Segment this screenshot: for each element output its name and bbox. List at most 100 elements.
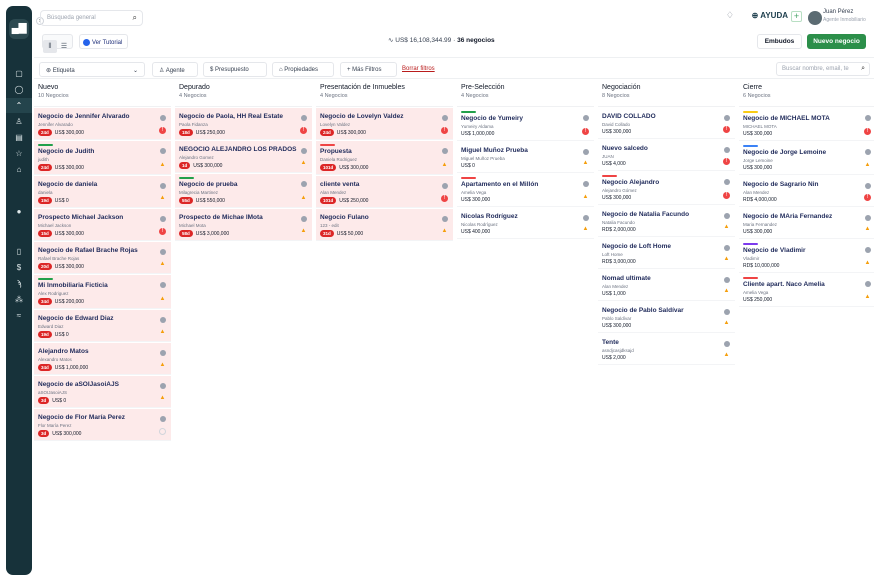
deal-title[interactable]: Negocio de Vladimir [743, 247, 863, 255]
bell-icon[interactable]: ♢ [726, 10, 734, 21]
tutorial-button[interactable]: Ver Tutorial [79, 34, 128, 49]
deal-title[interactable]: Negocio de Loft Home [602, 243, 722, 251]
owner-avatar[interactable] [160, 282, 166, 288]
owner-avatar[interactable] [301, 148, 307, 154]
new-deal-button[interactable]: Nuevo negocio [807, 34, 866, 49]
deal-card[interactable]: Negocio de MAria Fernandez Maria Fernande… [739, 208, 874, 239]
deal-title[interactable]: Negocio de Judith [38, 148, 158, 156]
owner-avatar[interactable] [865, 215, 871, 221]
board-view-icon[interactable]: ⫴ [43, 40, 57, 53]
deal-card[interactable]: Negocio de aSOIJasoiAJS aSOIJasoiAJS 3d US$… [34, 376, 171, 408]
deal-title[interactable]: Negocio de daniela [38, 181, 158, 189]
budget-filter-button[interactable]: $ Presupuesto [203, 62, 267, 77]
funnels-button[interactable]: Embudos [757, 34, 802, 49]
sidebar-item-marketing[interactable]: ● [6, 204, 32, 219]
owner-avatar[interactable] [583, 181, 589, 187]
deal-title[interactable]: Negocio de aSOIJasoiAJS [38, 381, 158, 389]
deal-title[interactable]: Propuesta [320, 148, 440, 156]
sidebar-item-favorites[interactable]: ☆ [6, 146, 32, 161]
deal-title[interactable]: Negocio de Lovelyn Valdez [320, 113, 440, 121]
owner-avatar[interactable] [301, 216, 307, 222]
owner-avatar[interactable] [160, 249, 166, 255]
deal-card[interactable]: Negocio de Jorge Lemoine Jorge Lemoine US$… [739, 142, 874, 175]
deal-card[interactable]: NEGOCIO ALEJANDRO LOS PRADOS Alejandro Go… [175, 141, 312, 173]
deal-card[interactable]: Negocio Fulano 123 - edit 31d US$ 50,000 ▲ [316, 209, 453, 241]
deal-card[interactable]: Negocio de Yumeiry Yumeiry Aldama US$ 1,00… [457, 108, 594, 141]
deal-title[interactable]: Nomad ultimate [602, 275, 722, 283]
deal-card[interactable]: Prospecto Michael Jackson Michael Jackson… [34, 209, 171, 241]
deal-title[interactable]: cliente venta [320, 181, 440, 189]
owner-avatar[interactable] [160, 148, 166, 154]
deal-card[interactable]: Propuesta Daniela Rodriguez 101d US$ 300,00… [316, 141, 453, 175]
deal-title[interactable]: Prospecto de Michae lMota [179, 214, 299, 222]
owner-avatar[interactable] [724, 213, 730, 219]
help-button[interactable]: ⊕ AYUDA [752, 11, 788, 20]
quick-add-button[interactable]: + [791, 11, 802, 22]
sidebar-item-more[interactable]: ≈ [6, 308, 32, 323]
tag-filter-select[interactable]: ⊛ Etiqueta ⌄ [39, 62, 145, 77]
properties-filter-button[interactable]: ⌂ Propiedades [272, 62, 334, 77]
deal-title[interactable]: Nicolas Rodríguez [461, 213, 581, 221]
owner-avatar[interactable] [724, 115, 730, 121]
sidebar-item-docs[interactable]: ▯ [6, 244, 32, 259]
deal-search-input[interactable]: Buscar nombre, email, te ⌕ [776, 62, 870, 76]
deal-title[interactable]: Negocio de Sagrario Nin [743, 181, 863, 189]
sidebar-item-dashboard[interactable]: ▢ [6, 66, 32, 81]
deal-card[interactable]: Negocio de MICHAEL MOTA MICHAEL MOTA US$ 3… [739, 108, 874, 141]
owner-avatar[interactable] [160, 350, 166, 356]
deal-title[interactable]: DAVID COLLADO [602, 113, 722, 121]
deal-card[interactable]: Negocio de Lovelyn Valdez Lovelyn Valdez 2… [316, 108, 453, 140]
owner-avatar[interactable] [865, 281, 871, 287]
deal-title[interactable]: Negocio de prueba [179, 181, 299, 189]
sidebar-item-contacts[interactable]: ◯ [6, 82, 32, 97]
deal-title[interactable]: Mi Inmobiliaria Ficticia [38, 282, 158, 290]
deal-title[interactable]: Tente [602, 339, 722, 347]
deal-title[interactable]: Prospecto Michael Jackson [38, 214, 158, 222]
deal-card[interactable]: Miguel Muñoz Prueba Miguel Muñoz Prueba US… [457, 142, 594, 173]
deal-card[interactable]: Negocio de Flor María Perez Flor María Pe… [34, 409, 171, 441]
deal-card[interactable]: Negocio de daniela daniela 19d US$ 0 ▲ [34, 176, 171, 208]
deal-card[interactable]: Negocio de prueba Milagrecia Martinez 55d U… [175, 174, 312, 208]
view-toggle[interactable]: ⫴ ☰ [42, 34, 73, 53]
deal-title[interactable]: Negocio de Edward Diaz [38, 315, 158, 323]
deal-title[interactable]: Negocio de MAria Fernandez [743, 213, 863, 221]
deal-title[interactable]: Nuevo salcedo [602, 145, 722, 153]
deal-card[interactable]: Apartamento en el Millón Amelia Vega US$ 3… [457, 174, 594, 207]
owner-avatar[interactable] [301, 181, 307, 187]
deal-card[interactable]: Negocio de Natalia Facundo Natalia Facund… [598, 206, 735, 237]
avatar[interactable] [808, 11, 822, 25]
owner-avatar[interactable] [724, 277, 730, 283]
deal-title[interactable]: Miguel Muñoz Prueba [461, 147, 581, 155]
owner-avatar[interactable] [865, 247, 871, 253]
sidebar-item-properties[interactable]: ⌂ [6, 162, 32, 177]
deal-card[interactable]: Negocio de Paola, HH Real Estate Paola Fi… [175, 108, 312, 140]
owner-avatar[interactable] [442, 183, 448, 189]
list-view-icon[interactable]: ☰ [57, 40, 71, 53]
clear-filters-link[interactable]: Borrar filtros [402, 66, 435, 72]
deal-title[interactable]: Negocio de MICHAEL MOTA [743, 115, 863, 123]
deal-title[interactable]: Negocio de Flor María Perez [38, 414, 158, 422]
deal-title[interactable]: Negocio Fulano [320, 214, 440, 222]
deal-title[interactable]: Negocio de Natalia Facundo [602, 211, 722, 219]
deal-card[interactable]: Negocio de Sagrario Nin Alan Mendez RD$ 4,… [739, 176, 874, 207]
deal-card[interactable]: Tente asndjcasjdksajd US$ 2,000 ▲ [598, 334, 735, 365]
deal-card[interactable]: Negocio de Judith judith 24d US$ 300,000 ▲ [34, 141, 171, 175]
sidebar-item-feed[interactable]: ϡ [6, 276, 32, 291]
owner-avatar[interactable] [724, 245, 730, 251]
sidebar-item-team[interactable]: ⁂ [6, 292, 32, 307]
owner-avatar[interactable] [865, 115, 871, 121]
global-search-input[interactable]: Búsqueda general ⌕ [40, 10, 143, 26]
owner-avatar[interactable] [865, 149, 871, 155]
sidebar-item-agents[interactable]: ♙ [6, 114, 32, 129]
owner-avatar[interactable] [724, 309, 730, 315]
more-filters-button[interactable]: + Más Filtros [340, 62, 397, 77]
deal-title[interactable]: NEGOCIO ALEJANDRO LOS PRADOS [179, 146, 299, 154]
owner-avatar[interactable] [160, 383, 166, 389]
owner-avatar[interactable] [160, 216, 166, 222]
deal-title[interactable]: Negocio de Yumeiry [461, 115, 581, 123]
agent-filter-button[interactable]: ♙ Agente [152, 62, 198, 77]
owner-avatar[interactable] [160, 416, 166, 422]
deal-title[interactable]: Negocio de Pablo Saldívar [602, 307, 722, 315]
owner-avatar[interactable] [724, 179, 730, 185]
owner-avatar[interactable] [583, 215, 589, 221]
